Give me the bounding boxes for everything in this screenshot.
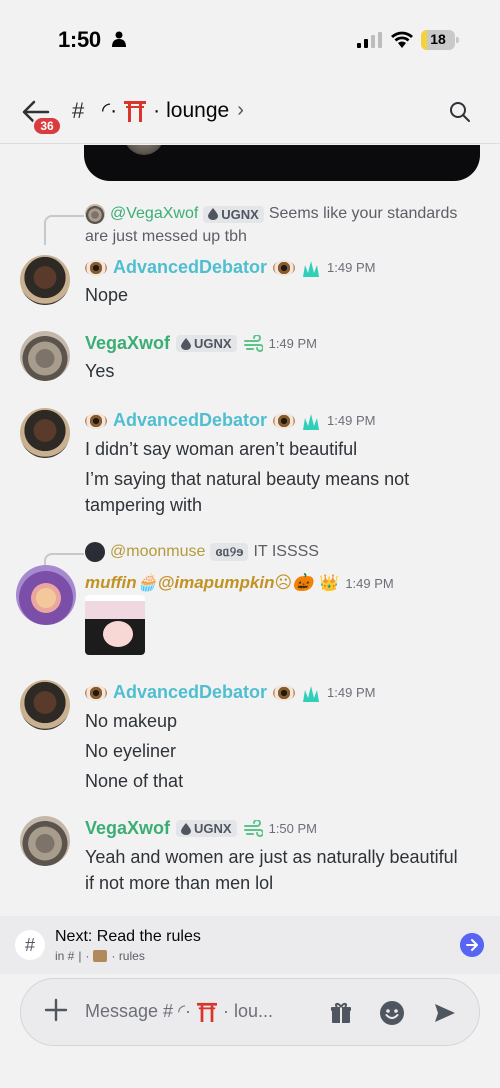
embed-image: [124, 145, 164, 155]
status-time: 1:50: [58, 27, 101, 52]
gift-icon[interactable]: [329, 1001, 353, 1025]
search-icon[interactable]: [448, 100, 472, 124]
chevron-right-icon: ›: [237, 99, 244, 121]
sticker[interactable]: [85, 595, 145, 655]
timestamp: 1:49 PM: [345, 575, 394, 591]
message-text: Yes: [85, 361, 115, 381]
send-icon[interactable]: [433, 1001, 457, 1025]
torii-gate-icon: [197, 1002, 218, 1022]
reply-preview[interactable]: @moonmuse ɞᥲ୨ɘ IT ISSSS: [85, 542, 319, 562]
eye-emoji-icon: [273, 259, 296, 276]
avatar[interactable]: [20, 816, 70, 866]
reply-connector: [44, 215, 84, 245]
unread-badge: 36: [32, 116, 62, 136]
scroll-icon: [93, 950, 108, 962]
timestamp: 1:49 PM: [327, 685, 376, 700]
reply-text: Seems like your standards: [268, 205, 458, 222]
composer-area: Message # ◜· · lou...: [0, 974, 500, 1088]
message-text: No makeup: [85, 711, 178, 731]
next-channel-bar[interactable]: # Next: Read the rules in # | · · rules: [0, 916, 500, 974]
message-text: Nope: [85, 285, 129, 305]
avatar[interactable]: [16, 565, 76, 625]
eye-emoji-icon: [85, 259, 107, 276]
reply-preview[interactable]: @VegaXwof UGNX Seems like your standards: [85, 204, 457, 224]
emoji-icon[interactable]: [379, 1000, 405, 1026]
next-title: Next: Read the rules: [55, 928, 201, 945]
guild-tag: UGNX: [203, 205, 264, 223]
guild-tag: ɞᥲ୨ɘ: [210, 543, 249, 561]
author-name[interactable]: AdvancedDebator: [113, 410, 267, 431]
avatar[interactable]: [20, 408, 70, 458]
channel-deco: ◜·: [102, 99, 118, 122]
plus-icon[interactable]: [43, 997, 69, 1023]
drop-icon: [181, 337, 192, 350]
battery-icon: 18: [421, 30, 459, 50]
message-text: if not more than men lol: [85, 873, 274, 893]
timestamp: 1:49 PM: [268, 336, 318, 351]
message-header: muffin🧁@imapumpkin☹🎃 👑 1:49 PM: [85, 573, 394, 593]
timestamp: 1:49 PM: [327, 413, 376, 428]
eye-emoji-icon: [273, 684, 296, 701]
wind-badge-icon: [243, 334, 263, 352]
message-text: None of that: [85, 771, 184, 791]
reply-avatar: [85, 542, 105, 562]
torii-gate-icon: [124, 100, 147, 122]
channel-dot: ·: [153, 98, 161, 122]
avatar[interactable]: [20, 331, 70, 381]
guild-tag: UGNX: [176, 820, 237, 837]
message-list[interactable]: @VegaXwof UGNX Seems like your standards…: [0, 145, 500, 915]
author-name[interactable]: VegaXwof: [85, 333, 170, 354]
media-embed[interactable]: [84, 145, 480, 181]
eye-emoji-icon: [85, 684, 107, 701]
drop-icon: [181, 822, 192, 835]
channel-title[interactable]: ◜· · lounge ›: [102, 98, 244, 123]
author-name[interactable]: AdvancedDebator: [113, 257, 267, 278]
message-header: VegaXwof UGNX 1:49 PM: [85, 333, 317, 354]
crown-icon: 👑: [319, 575, 340, 592]
message-text: I’m saying that natural beauty means not: [85, 469, 410, 489]
avatar[interactable]: [20, 680, 70, 730]
message-header: AdvancedDebator 1:49 PM: [85, 682, 375, 703]
drop-icon: [208, 208, 219, 220]
crystal-badge-icon: [303, 413, 320, 430]
reply-text: IT ISSSS: [253, 543, 319, 560]
channel-name: lounge: [166, 98, 230, 122]
next-subtitle: in # | · · rules: [55, 949, 145, 963]
person-icon: [112, 31, 126, 47]
author-name[interactable]: VegaXwof: [85, 818, 170, 839]
timestamp: 1:49 PM: [327, 260, 376, 275]
message-placeholder: Message # ◜· · lou...: [85, 1001, 274, 1022]
reply-author: @VegaXwof: [110, 205, 199, 222]
message-text: I didn’t say woman aren’t beautiful: [85, 439, 358, 459]
channel-hash-icon: #: [72, 98, 85, 123]
wifi-icon: [391, 31, 413, 48]
message-text: Yeah and women are just as naturally bea…: [85, 847, 458, 867]
message-input[interactable]: Message # ◜· · lou...: [20, 978, 480, 1046]
status-bar: 1:50 18: [0, 0, 500, 80]
hash-icon: #: [15, 930, 45, 960]
author-name[interactable]: AdvancedDebator: [113, 682, 267, 703]
avatar[interactable]: [20, 255, 70, 305]
message-text: No eyeliner: [85, 741, 177, 761]
message-header: AdvancedDebator 1:49 PM: [85, 257, 375, 278]
reply-author: @moonmuse: [110, 543, 206, 560]
timestamp: 1:50 PM: [268, 821, 318, 836]
author-name[interactable]: muffin🧁@imapumpkin☹🎃: [85, 573, 313, 593]
eye-emoji-icon: [85, 412, 107, 429]
arrow-right-icon[interactable]: [460, 933, 484, 957]
battery-level: 18: [430, 31, 446, 47]
signal-icon: [357, 32, 382, 48]
message-text: tampering with: [85, 495, 203, 515]
message-header: AdvancedDebator 1:49 PM: [85, 410, 375, 431]
eye-emoji-icon: [273, 412, 296, 429]
message-header: VegaXwof UGNX 1:50 PM: [85, 818, 317, 839]
crystal-badge-icon: [303, 260, 320, 277]
reply-text-continued: are just messed up tbh: [85, 228, 247, 245]
wind-badge-icon: [243, 819, 263, 837]
guild-tag: UGNX: [176, 335, 237, 352]
reply-avatar: [85, 204, 105, 224]
channel-header: 36 # ◜· · lounge ›: [0, 80, 500, 144]
crystal-badge-icon: [303, 685, 320, 702]
